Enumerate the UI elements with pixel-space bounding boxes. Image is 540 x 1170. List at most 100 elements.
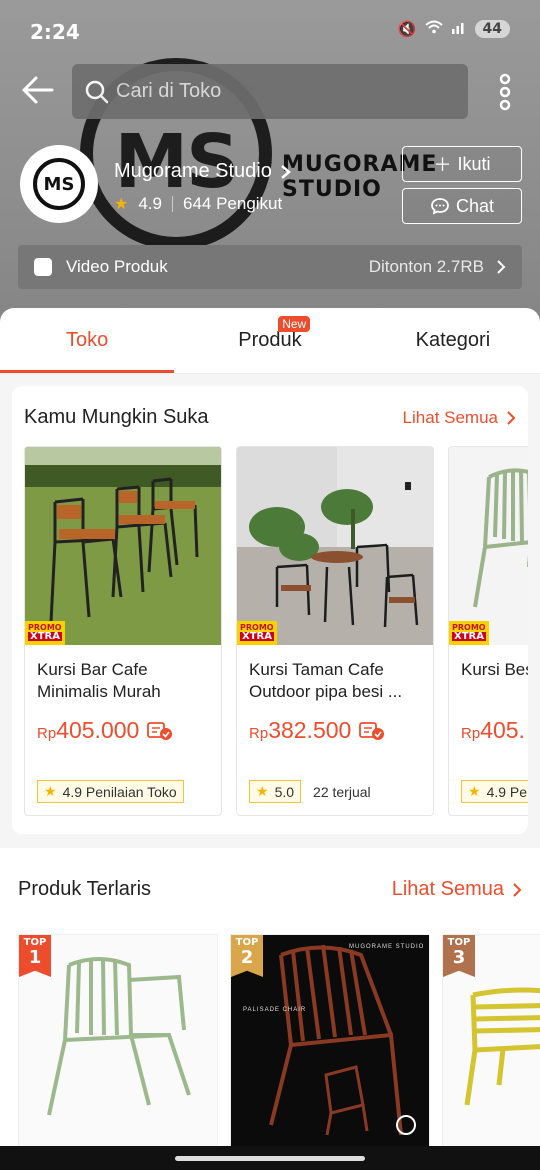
product-meta: ★ 4.9 Penilaian Toko	[37, 780, 184, 803]
shop-name[interactable]: Mugorame Studio	[114, 160, 292, 183]
more-vertical-icon	[499, 73, 511, 111]
chevron-right-icon	[497, 260, 506, 274]
arrow-left-icon	[22, 76, 54, 104]
card-caption-text: PALISADE CHAIR	[243, 1007, 307, 1013]
tab-toko[interactable]: Toko	[0, 308, 175, 373]
avatar-logo: MS	[33, 158, 85, 210]
see-all-link[interactable]: Lihat Semua	[392, 878, 522, 901]
rank-number: 2	[240, 947, 254, 968]
mute-icon: 🔇	[397, 20, 417, 38]
see-all-link[interactable]: Lihat Semua	[403, 408, 516, 428]
see-all-label: Lihat Semua	[402, 407, 498, 427]
rating-chip-text: 4.9 Pe	[486, 783, 528, 800]
chevron-right-icon	[281, 164, 291, 179]
product-name: Kursi Taman Cafe Outdoor pipa besi ...	[249, 660, 403, 701]
chat-button[interactable]: Chat	[402, 188, 522, 224]
verified-voucher-icon	[147, 721, 173, 740]
product-meta: ★ 5.0 22 terjual	[249, 780, 371, 803]
star-icon: ★	[114, 196, 129, 213]
price-currency: Rp	[461, 725, 481, 742]
tab-label: Kategori	[415, 329, 491, 351]
divider	[171, 196, 173, 212]
verified-voucher-icon	[359, 721, 385, 740]
product-card[interactable]: PROMOXTRA Kursi Besi Armrest Rp405. ★ 4.9…	[448, 446, 528, 816]
video-icon	[34, 258, 52, 276]
price-value: 382.500	[268, 717, 352, 743]
bestseller-card[interactable]: TOP 1	[18, 934, 218, 1154]
rank-number: 1	[28, 947, 42, 968]
shop-tabs: Toko Produk New Kategori	[0, 308, 540, 374]
follow-button[interactable]: ＋ Ikuti	[402, 146, 522, 182]
star-icon: ★	[256, 783, 269, 799]
product-name: Kursi Besi Armrest	[461, 660, 528, 679]
chevron-right-icon	[507, 410, 516, 425]
bestseller-section: Produk Terlaris Lihat Semua TOP 1 MUGORA…	[0, 848, 540, 1158]
product-meta: ★ 4.9 Pe	[461, 780, 528, 803]
product-carousel: PROMO XTRA Kursi Bar Cafe Minimalis Murah…	[24, 446, 528, 816]
shop-avatar[interactable]: MS	[20, 145, 98, 223]
recommend-section: Kamu Mungkin Suka Lihat Semua PROMO XTRA…	[12, 386, 528, 834]
card-brand-text: MUGORAME STUDIO	[349, 944, 425, 950]
product-price: Rp405.000	[25, 709, 221, 744]
price-value: 405.000	[56, 717, 140, 743]
see-all-label: Lihat Semua	[391, 878, 504, 900]
product-card[interactable]: PROMO XTRA Kursi Bar Cafe Minimalis Murah…	[24, 446, 222, 816]
system-nav-bar	[0, 1146, 540, 1170]
rating-chip-text: 4.9 Penilaian Toko	[62, 783, 177, 800]
rating-chip-text: 5.0	[274, 783, 295, 800]
follow-label: Ikuti	[457, 153, 491, 174]
section-title: Kamu Mungkin Suka	[24, 406, 209, 428]
shop-header: MS MUGORAME STUDIO 2:24 🔇 44 Cari di Tok…	[0, 0, 540, 330]
tab-kategori[interactable]: Kategori	[366, 308, 540, 373]
tab-label: Toko	[65, 329, 109, 351]
promo-xtra-badge: PROMO XTRA	[237, 621, 277, 645]
wifi-icon	[424, 20, 443, 38]
bestseller-card[interactable]: MUGORAME STUDIO PALISADE CHAIR TOP 2	[230, 934, 430, 1154]
video-produk-bar[interactable]: Video Produk Ditonton 2.7RB	[18, 245, 522, 289]
home-indicator[interactable]	[175, 1156, 365, 1161]
back-button[interactable]	[18, 70, 58, 110]
search-input[interactable]	[116, 80, 436, 103]
price-currency: Rp	[249, 725, 269, 742]
star-icon: ★	[468, 783, 481, 799]
video-views-text: Ditonton 2.7RB	[368, 257, 484, 276]
product-price: Rp405.	[449, 709, 528, 744]
tab-label: Produk	[238, 329, 302, 351]
video-views: Ditonton 2.7RB	[369, 257, 506, 277]
product-name: Kursi Bar Cafe Minimalis Murah	[37, 660, 161, 701]
plus-icon: ＋	[433, 155, 452, 175]
price-value: 405.	[480, 717, 525, 743]
signal-icon	[451, 20, 467, 38]
bestseller-header: Produk Terlaris Lihat Semua	[0, 848, 540, 901]
rank-number: 3	[452, 947, 466, 968]
shop-name-text: Mugorame Studio	[114, 160, 272, 182]
new-badge: New	[278, 316, 311, 332]
chevron-right-icon	[513, 882, 522, 897]
shop-followers: 644 Pengikut	[182, 194, 283, 213]
status-icons: 🔇 44	[398, 20, 510, 38]
rating-chip: ★ 4.9 Penilaian Toko	[37, 780, 184, 803]
tab-produk[interactable]: Produk New	[174, 308, 366, 373]
product-image: PROMO XTRA	[237, 447, 433, 645]
chat-label: Chat	[455, 195, 495, 216]
product-price: Rp382.500	[237, 709, 433, 744]
status-time: 2:24	[30, 20, 80, 44]
status-bar: 2:24 🔇 44	[0, 0, 540, 62]
promo-xtra-badge: PROMO XTRA	[449, 621, 489, 645]
promo-bottom-text: XTRA	[452, 632, 486, 642]
product-card[interactable]: PROMO XTRA Kursi Taman Cafe Outdoor pipa …	[236, 446, 434, 816]
product-image: PROMO XTRA	[449, 447, 528, 645]
promo-xtra-badge: PROMO XTRA	[25, 621, 65, 645]
battery-indicator: 44	[474, 20, 510, 38]
product-image: PROMO XTRA	[25, 447, 221, 645]
shop-rating: 4.9	[138, 194, 162, 213]
star-icon: ★	[44, 783, 57, 799]
rating-chip: ★ 5.0	[249, 780, 302, 803]
bestseller-carousel: TOP 1 MUGORAME STUDIO PALISADE CHAIR TOP…	[18, 934, 540, 1154]
more-options-button[interactable]	[490, 70, 520, 114]
bestseller-card[interactable]: TOP 3	[442, 934, 540, 1154]
promo-bottom-text: XTRA	[28, 632, 62, 642]
section-title: Produk Terlaris	[18, 878, 152, 900]
price-currency: Rp	[37, 725, 57, 742]
shop-search-bar[interactable]	[72, 64, 468, 119]
